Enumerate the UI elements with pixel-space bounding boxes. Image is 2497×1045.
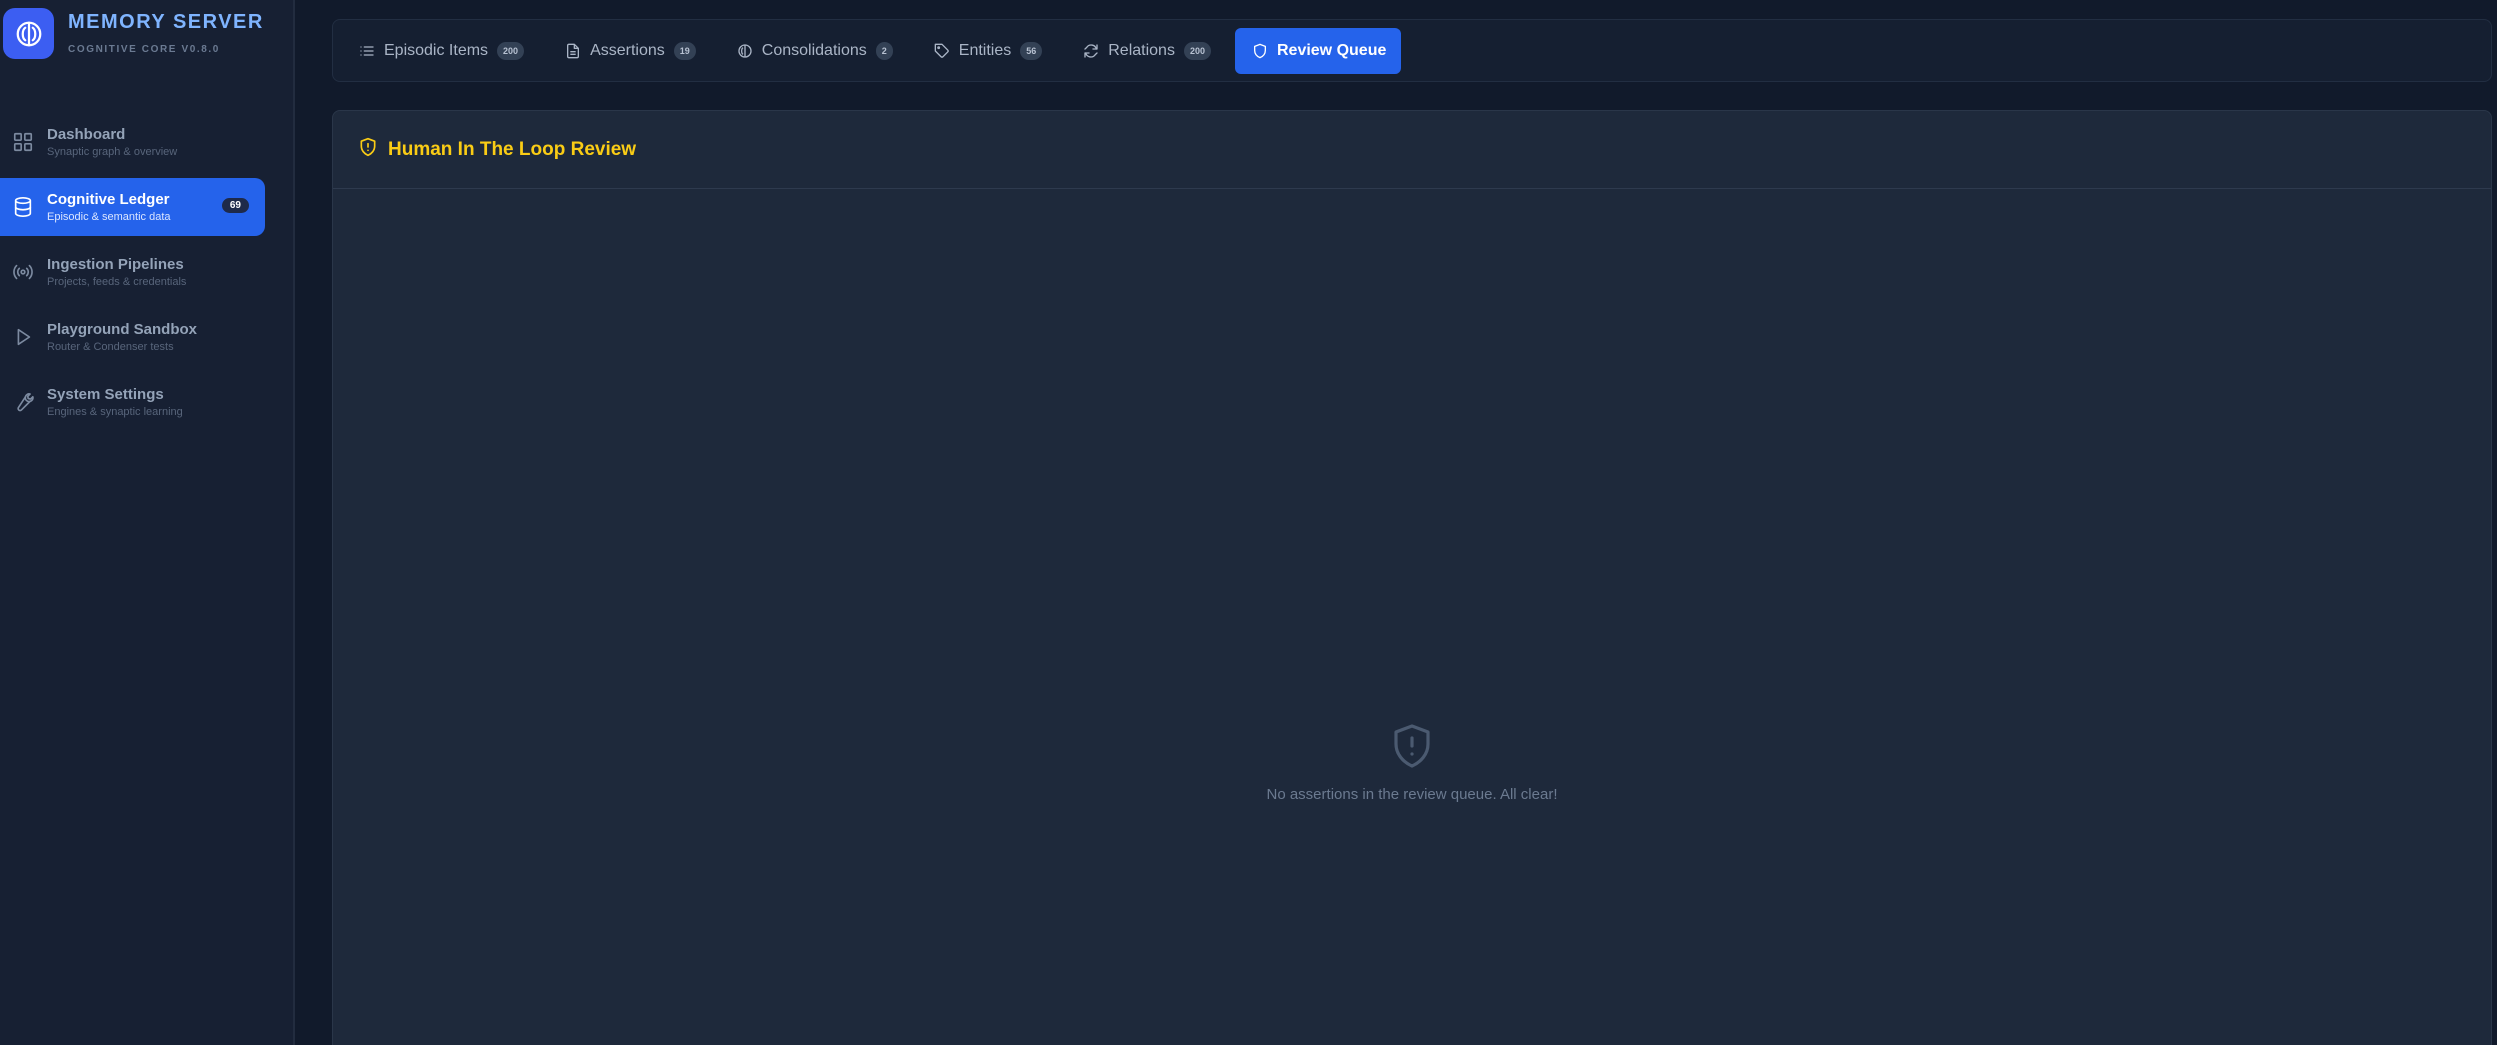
database-icon	[10, 194, 36, 220]
list-icon	[358, 42, 376, 60]
brand: MEMORY SERVER COGNITIVE CORE V0.8.0	[0, 0, 293, 96]
sidebar-item-playground-sandbox[interactable]: Playground Sandbox Router & Condenser te…	[0, 308, 265, 366]
play-icon	[10, 324, 36, 350]
tab-assertions[interactable]: Assertions 19	[548, 28, 711, 74]
brain-logo-icon	[3, 8, 54, 59]
review-queue-panel: Human In The Loop Review No assertions i…	[332, 110, 2492, 1045]
tab-count-badge: 19	[673, 41, 696, 60]
sidebar-item-label: Cognitive Ledger	[47, 190, 170, 208]
sidebar-item-ingestion-pipelines[interactable]: Ingestion Pipelines Projects, feeds & cr…	[0, 243, 265, 301]
tab-label: Assertions	[590, 41, 665, 59]
app-title: MEMORY SERVER	[68, 11, 264, 33]
sidebar-item-desc: Projects, feeds & credentials	[47, 275, 187, 288]
sidebar-nav: Dashboard Synaptic graph & overview Cogn…	[0, 113, 293, 431]
tab-count-badge: 200	[1183, 41, 1211, 60]
brain-icon	[736, 42, 754, 60]
shield-icon	[1251, 42, 1269, 60]
tab-label: Relations	[1108, 41, 1175, 59]
tab-count-badge: 200	[497, 41, 525, 60]
count-badge: 69	[221, 198, 249, 213]
grid-icon	[10, 129, 36, 155]
shield-alert-icon	[1388, 721, 1436, 776]
tab-episodic-items[interactable]: Episodic Items 200	[342, 28, 539, 74]
tab-relations[interactable]: Relations 200	[1066, 28, 1226, 74]
document-icon	[564, 42, 582, 60]
tab-label: Consolidations	[761, 41, 867, 59]
sidebar-item-desc: Synaptic graph & overview	[47, 145, 178, 158]
sidebar: MEMORY SERVER COGNITIVE CORE V0.8.0 Dash…	[0, 0, 295, 1045]
app-root: MEMORY SERVER COGNITIVE CORE V0.8.0 Dash…	[0, 0, 2497, 1045]
tab-consolidations[interactable]: Consolidations 2	[720, 28, 908, 74]
app-version: COGNITIVE CORE V0.8.0	[68, 44, 220, 55]
wrench-icon	[10, 389, 36, 415]
empty-state: No assertions in the review queue. All c…	[333, 721, 2491, 803]
shield-alert-icon	[358, 137, 378, 162]
tab-entities[interactable]: Entities 56	[917, 28, 1057, 74]
sidebar-item-label: Playground Sandbox	[47, 320, 198, 338]
broadcast-icon	[10, 259, 36, 285]
panel-header: Human In The Loop Review	[333, 111, 2491, 189]
empty-state-message: No assertions in the review queue. All c…	[1266, 786, 1558, 803]
tab-label: Entities	[958, 41, 1012, 59]
tag-icon	[933, 42, 951, 60]
tab-label: Review Queue	[1276, 41, 1387, 59]
sidebar-item-system-settings[interactable]: System Settings Engines & synaptic learn…	[0, 373, 265, 431]
panel-title: Human In The Loop Review	[388, 138, 637, 160]
sidebar-item-label: Ingestion Pipelines	[47, 255, 184, 273]
tab-count-badge: 56	[1020, 41, 1043, 60]
tab-label: Episodic Items	[384, 41, 489, 59]
tab-review-queue[interactable]: Review Queue	[1234, 27, 1402, 74]
main-content: Episodic Items 200 Assertions 19 Consoli…	[295, 0, 2497, 1045]
refresh-icon	[1082, 42, 1100, 60]
tab-count-badge: 2	[875, 41, 893, 60]
sidebar-item-label: Dashboard	[47, 125, 126, 143]
ledger-tabs: Episodic Items 200 Assertions 19 Consoli…	[332, 19, 2492, 82]
sidebar-item-dashboard[interactable]: Dashboard Synaptic graph & overview	[0, 113, 265, 171]
sidebar-item-cognitive-ledger[interactable]: Cognitive Ledger Episodic & semantic dat…	[0, 178, 265, 236]
sidebar-item-desc: Episodic & semantic data	[47, 210, 171, 223]
sidebar-item-label: System Settings	[47, 385, 164, 403]
sidebar-item-desc: Engines & synaptic learning	[47, 405, 183, 418]
sidebar-item-desc: Router & Condenser tests	[47, 340, 174, 353]
